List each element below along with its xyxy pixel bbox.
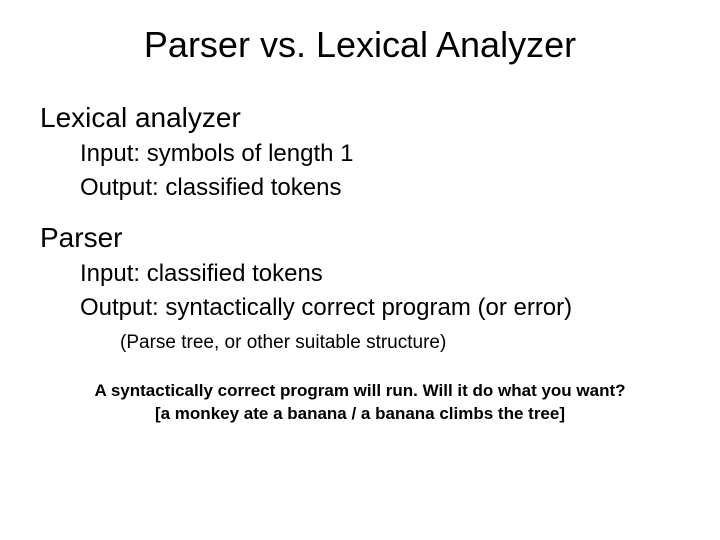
note-block: A syntactically correct program will run…: [0, 380, 720, 426]
lexical-input: Input: symbols of length 1: [80, 140, 720, 168]
parser-detail: (Parse tree, or other suitable structure…: [120, 332, 720, 354]
slide-title: Parser vs. Lexical Analyzer: [0, 0, 720, 82]
parser-input: Input: classified tokens: [80, 260, 720, 288]
note-text: A syntactically correct program will run…: [94, 380, 625, 426]
parser-heading: Parser: [40, 222, 720, 254]
slide: Parser vs. Lexical Analyzer Lexical anal…: [0, 0, 720, 540]
lexical-output: Output: classified tokens: [80, 174, 720, 202]
parser-output: Output: syntactically correct program (o…: [80, 294, 720, 322]
note-line-2: [a monkey ate a banana / a banana climbs…: [155, 404, 565, 423]
lexical-heading: Lexical analyzer: [40, 102, 720, 134]
note-line-1: A syntactically correct program will run…: [94, 381, 625, 400]
